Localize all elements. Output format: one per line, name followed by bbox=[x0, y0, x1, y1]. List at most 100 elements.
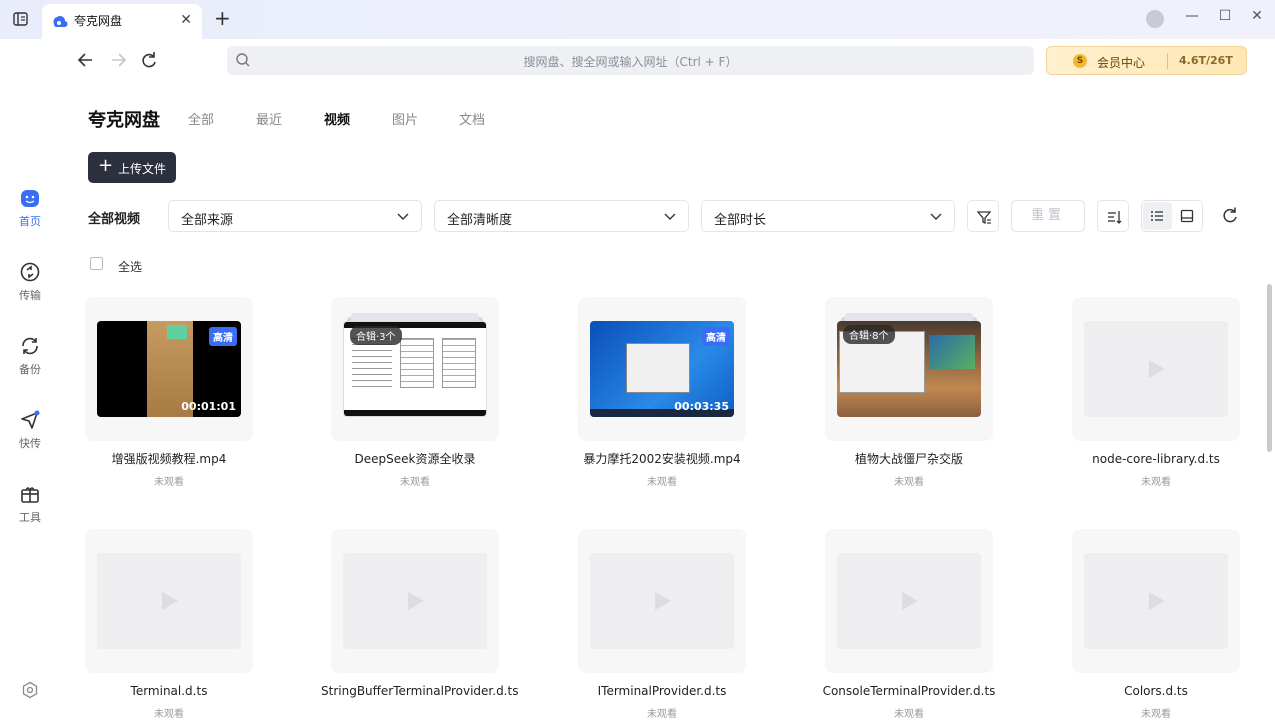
reload-icon[interactable] bbox=[139, 49, 159, 71]
source-select-value: 全部来源 bbox=[181, 213, 234, 228]
avatar[interactable] bbox=[1146, 10, 1164, 28]
video-thumbnail: 高清 00:01:01 bbox=[97, 321, 241, 417]
upload-button[interactable]: + 上传文件 bbox=[88, 152, 176, 183]
tab-images[interactable]: 图片 bbox=[392, 109, 418, 128]
watch-status: 未观看 bbox=[1141, 477, 1171, 488]
left-sidebar: 首页 传输 备份 快传 工具 bbox=[0, 39, 60, 722]
select-all-checkbox[interactable] bbox=[90, 257, 103, 270]
sort-icon bbox=[1108, 211, 1122, 224]
title-bar: 夸克网盘 ✕ + — ☐ ✕ bbox=[0, 0, 1275, 39]
file-name: 植物大战僵尸杂交版 bbox=[854, 452, 963, 466]
video-placeholder bbox=[837, 553, 981, 649]
watch-status: 未观看 bbox=[894, 709, 924, 720]
settings-icon[interactable] bbox=[21, 681, 39, 699]
collection-badge: 合辑·8个 bbox=[843, 325, 895, 344]
play-icon bbox=[1149, 360, 1165, 378]
file-name: ITerminalProvider.d.ts bbox=[597, 684, 727, 698]
duration-select[interactable]: 全部时长 bbox=[701, 200, 955, 232]
duration-label: 00:01:01 bbox=[181, 400, 236, 413]
chevron-down-icon bbox=[930, 213, 942, 220]
watch-status: 未观看 bbox=[154, 477, 184, 488]
grid-view-icon[interactable] bbox=[1180, 209, 1194, 223]
video-placeholder bbox=[590, 553, 734, 649]
collection-badge: 合辑·3个 bbox=[350, 326, 402, 345]
source-select[interactable]: 全部来源 bbox=[168, 200, 422, 232]
collection-thumbnail: 合辑·3个 bbox=[343, 321, 487, 417]
forward-arrow-icon[interactable] bbox=[108, 49, 128, 71]
sidebar-item-tools[interactable]: 工具 bbox=[0, 483, 60, 525]
home-icon bbox=[21, 190, 39, 207]
browser-tab[interactable]: 夸克网盘 ✕ bbox=[42, 4, 202, 39]
chevron-down-icon bbox=[664, 213, 676, 220]
thumbnail-table bbox=[400, 338, 434, 388]
main-content: 夸克网盘 全部 最近 视频 图片 文档 + 上传文件 全部视频 全部来源 全部清… bbox=[60, 83, 1275, 722]
play-icon bbox=[408, 592, 424, 610]
tab-recent[interactable]: 最近 bbox=[256, 109, 282, 128]
quick-send-icon bbox=[21, 410, 40, 429]
watch-status: 未观看 bbox=[647, 477, 677, 488]
file-name: Colors.d.ts bbox=[1124, 684, 1188, 698]
transfer-icon bbox=[20, 262, 40, 282]
thumbnail-bar bbox=[344, 410, 486, 416]
vip-coin-icon: S bbox=[1073, 54, 1087, 68]
refresh-icon[interactable] bbox=[1221, 206, 1239, 224]
list-view-button[interactable] bbox=[1143, 202, 1172, 230]
tab-video[interactable]: 视频 bbox=[324, 109, 350, 128]
upload-label: 上传文件 bbox=[118, 162, 167, 176]
scrollbar[interactable] bbox=[1267, 284, 1272, 452]
duration-label: 00:03:35 bbox=[674, 400, 729, 413]
vip-center-button[interactable]: S 会员中心 4.6T/26T bbox=[1046, 46, 1247, 75]
view-toggle bbox=[1141, 200, 1203, 232]
thumbnail-text-lines bbox=[352, 338, 392, 388]
sidebar-item-label: 备份 bbox=[19, 363, 41, 376]
tab-close-icon[interactable]: ✕ bbox=[180, 12, 192, 28]
maximize-button[interactable]: ☐ bbox=[1215, 8, 1235, 24]
filter-button[interactable] bbox=[967, 200, 999, 232]
minimize-button[interactable]: — bbox=[1182, 8, 1202, 24]
sidebar-item-transfer[interactable]: 传输 bbox=[0, 261, 60, 303]
watch-status: 未观看 bbox=[894, 477, 924, 488]
sidebar-item-label: 传输 bbox=[19, 289, 41, 302]
play-icon bbox=[1149, 592, 1165, 610]
reset-button[interactable]: 重置 bbox=[1011, 200, 1085, 232]
stack-layer bbox=[845, 313, 973, 321]
sidebar-item-quick-send[interactable]: 快传 bbox=[0, 409, 60, 451]
filter-title: 全部视频 bbox=[88, 212, 141, 227]
plus-icon: + bbox=[98, 155, 114, 176]
video-placeholder bbox=[1084, 553, 1228, 649]
back-arrow-icon[interactable] bbox=[76, 49, 96, 71]
duration-select-value: 全部时长 bbox=[714, 213, 767, 228]
storage-usage: 4.6T/26T bbox=[1179, 54, 1233, 67]
thumbnail-detail bbox=[167, 325, 187, 339]
resolution-select[interactable]: 全部清晰度 bbox=[434, 200, 689, 232]
toolbox-icon bbox=[21, 487, 39, 503]
sort-button[interactable] bbox=[1097, 200, 1129, 232]
sidebar-item-backup[interactable]: 备份 bbox=[0, 335, 60, 377]
sidebar-toggle-icon[interactable] bbox=[12, 10, 30, 28]
close-button[interactable]: ✕ bbox=[1247, 8, 1267, 24]
video-placeholder bbox=[97, 553, 241, 649]
watch-status: 未观看 bbox=[400, 477, 430, 488]
collection-thumbnail: 合辑·8个 bbox=[837, 321, 981, 417]
list-view-icon bbox=[1151, 211, 1163, 221]
filter-icon bbox=[976, 211, 992, 225]
new-tab-button[interactable]: + bbox=[214, 7, 231, 29]
video-placeholder bbox=[1084, 321, 1228, 417]
file-name: 增强版视频教程.mp4 bbox=[111, 452, 227, 466]
file-name: node-core-library.d.ts bbox=[1092, 452, 1220, 466]
thumbnail-table bbox=[442, 338, 476, 388]
hd-badge: 高清 bbox=[209, 327, 237, 346]
watch-status: 未观看 bbox=[1141, 709, 1171, 720]
play-icon bbox=[902, 592, 918, 610]
sidebar-item-home[interactable]: 首页 bbox=[0, 187, 60, 229]
sidebar-item-label: 首页 bbox=[19, 215, 41, 228]
tab-documents[interactable]: 文档 bbox=[459, 109, 485, 128]
watch-status: 未观看 bbox=[154, 709, 184, 720]
search-input[interactable]: 搜网盘、搜全网或输入网址（Ctrl + F） bbox=[227, 46, 1034, 75]
file-name: ConsoleTerminalProvider.d.ts bbox=[822, 684, 996, 698]
page-title: 夸克网盘 bbox=[88, 110, 160, 131]
stack-layer bbox=[351, 313, 479, 321]
file-name: 暴力摩托2002安装视频.mp4 bbox=[583, 452, 741, 466]
tab-all[interactable]: 全部 bbox=[188, 109, 214, 128]
backup-icon bbox=[22, 337, 38, 355]
